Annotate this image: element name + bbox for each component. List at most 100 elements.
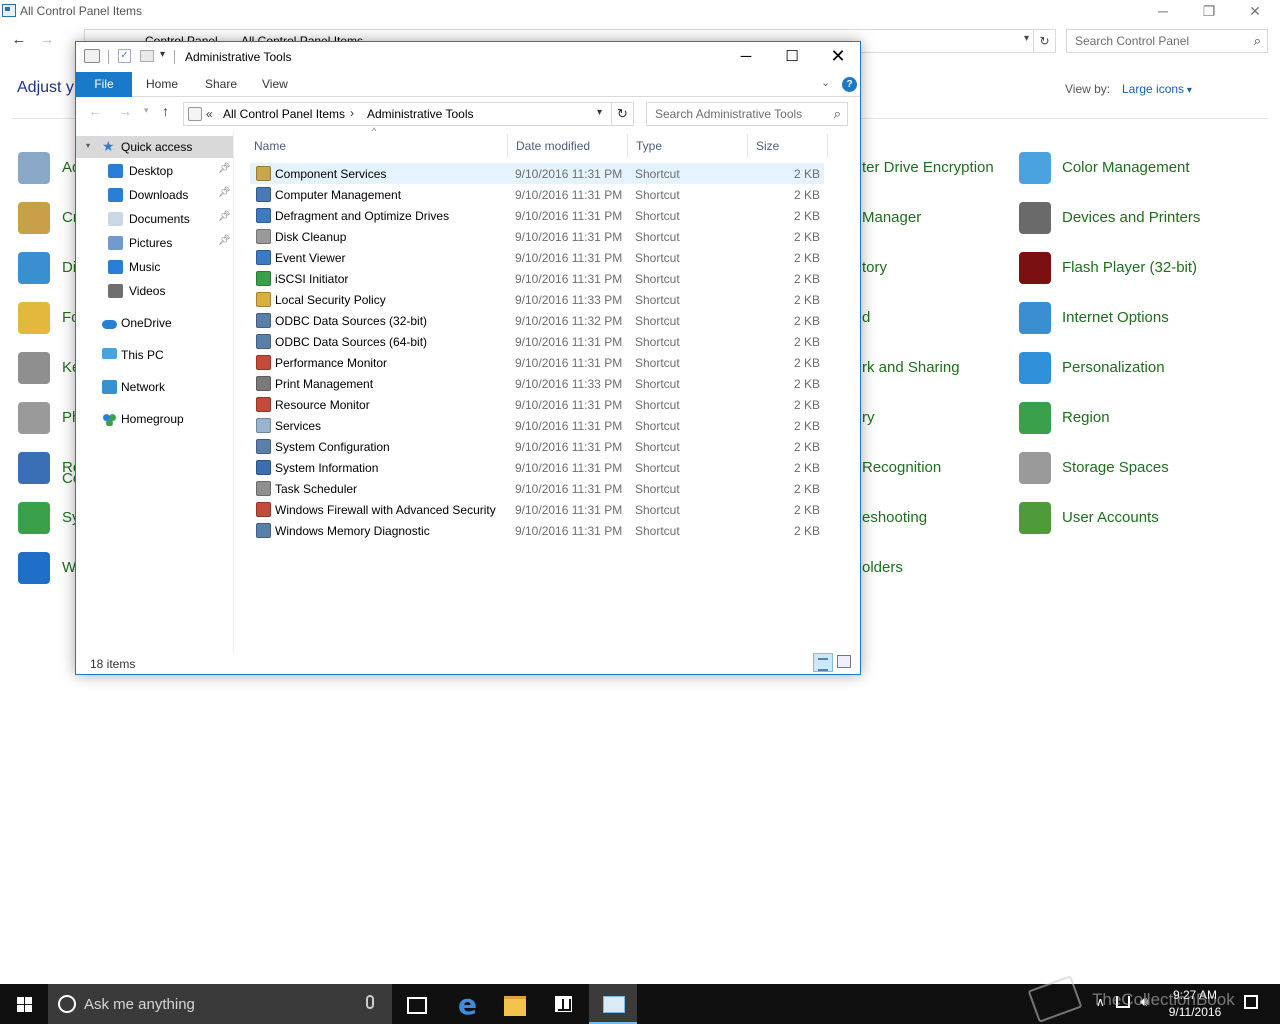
nav-quick-access-item[interactable]: Documents 📌︎ bbox=[76, 208, 233, 230]
back-button[interactable]: ← bbox=[88, 103, 102, 119]
microphone-icon[interactable] bbox=[366, 995, 374, 1009]
task-view-button[interactable] bbox=[392, 984, 440, 1024]
view-by-dropdown[interactable]: Large icons bbox=[1122, 82, 1192, 96]
cp-item[interactable]: Color Management bbox=[1019, 150, 1239, 186]
file-row[interactable]: Print Management 9/10/2016 11:33 PM Shortc… bbox=[250, 373, 824, 394]
fonts-icon[interactable] bbox=[18, 302, 50, 334]
pin-icon[interactable]: 📌︎ bbox=[218, 211, 231, 222]
file-row[interactable]: ODBC Data Sources (32-bit) 9/10/2016 11:3… bbox=[250, 310, 824, 331]
phone-icon[interactable] bbox=[18, 402, 50, 434]
new-folder-icon[interactable] bbox=[140, 50, 154, 62]
nav-quick-access-item[interactable]: Videos bbox=[76, 280, 233, 302]
column-header-name[interactable]: Name bbox=[246, 134, 508, 158]
store-taskbar-icon[interactable] bbox=[540, 984, 588, 1024]
file-row[interactable]: System Configuration 9/10/2016 11:31 PM Sh… bbox=[250, 436, 824, 457]
cp-item[interactable]: Internet Options bbox=[1019, 300, 1239, 336]
tab-share[interactable]: Share bbox=[205, 72, 237, 97]
large-icons-view-button[interactable] bbox=[837, 655, 851, 668]
cp-item-label-fragment[interactable]: d bbox=[862, 309, 870, 326]
cp-item-label-fragment[interactable]: tory bbox=[862, 259, 887, 276]
file-row[interactable]: Component Services 9/10/2016 11:31 PM Shor… bbox=[250, 163, 824, 184]
nav-network[interactable]: Network bbox=[76, 376, 233, 398]
cp-item[interactable]: Personalization bbox=[1019, 350, 1239, 386]
cp-restore-button[interactable]: ❐ bbox=[1186, 0, 1232, 24]
cp-search-input[interactable]: Search Control Panel ⌕ bbox=[1066, 29, 1268, 53]
chevron-down-icon[interactable]: ▾ bbox=[1024, 33, 1029, 44]
sync-icon[interactable] bbox=[18, 502, 50, 534]
breadcrumb-separator[interactable]: › bbox=[350, 106, 354, 120]
breadcrumb-overflow[interactable]: « bbox=[206, 107, 213, 121]
nav-quick-access-item[interactable]: Desktop 📌︎ bbox=[76, 160, 233, 182]
breadcrumb-all-control-panel-items[interactable]: All Control Panel Items bbox=[223, 107, 345, 121]
cp-item[interactable]: Flash Player (32-bit) bbox=[1019, 250, 1239, 286]
start-button[interactable] bbox=[0, 984, 48, 1024]
cp-refresh-button[interactable]: ↻ bbox=[1034, 29, 1056, 53]
file-row[interactable]: Task Scheduler 9/10/2016 11:31 PM Shortcut… bbox=[250, 478, 824, 499]
admin-tools-icon[interactable] bbox=[18, 152, 50, 184]
close-button[interactable]: ✕ bbox=[815, 42, 861, 72]
up-button[interactable]: ↑ bbox=[162, 103, 169, 119]
forward-button[interactable]: → bbox=[118, 103, 132, 119]
file-row[interactable]: Windows Memory Diagnostic 9/10/2016 11:31… bbox=[250, 520, 824, 541]
search-input[interactable]: Search Administrative Tools ⌕ bbox=[646, 102, 848, 126]
chevron-down-icon[interactable]: ▾ bbox=[597, 107, 602, 118]
nav-homegroup[interactable]: Homegroup bbox=[76, 408, 233, 430]
file-row[interactable]: Disk Cleanup 9/10/2016 11:31 PM Shortcut 2 … bbox=[250, 226, 824, 247]
cp-item-label-fragment[interactable]: ter Drive Encryption bbox=[862, 159, 994, 176]
properties-icon[interactable]: ✓ bbox=[118, 49, 131, 63]
file-row[interactable]: iSCSI Initiator 9/10/2016 11:31 PM Shortcu… bbox=[250, 268, 824, 289]
nav-onedrive[interactable]: OneDrive bbox=[76, 312, 233, 334]
nav-quick-access-item[interactable]: Pictures 📌︎ bbox=[76, 232, 233, 254]
tab-home[interactable]: Home bbox=[146, 72, 178, 97]
file-row[interactable]: ODBC Data Sources (64-bit) 9/10/2016 11:3… bbox=[250, 331, 824, 352]
action-center-icon[interactable] bbox=[1244, 995, 1258, 1009]
search-icon[interactable]: ⌕ bbox=[834, 106, 841, 122]
explorer-title-bar[interactable]: ✓ ▾ Administrative Tools ─ ☐ ✕ bbox=[76, 42, 860, 72]
edge-taskbar-icon[interactable] bbox=[443, 984, 491, 1024]
nav-quick-access[interactable]: ▾ ★ Quick access bbox=[76, 136, 233, 158]
collapse-arrow-icon[interactable]: ▾ bbox=[86, 141, 90, 150]
file-row[interactable]: Local Security Policy 9/10/2016 11:33 PM S… bbox=[250, 289, 824, 310]
file-row[interactable]: Event Viewer 9/10/2016 11:31 PM Shortcut 2 … bbox=[250, 247, 824, 268]
cp-back-button[interactable]: ← bbox=[8, 29, 30, 51]
remote-icon[interactable] bbox=[18, 452, 50, 484]
cp-item[interactable]: User Accounts bbox=[1019, 500, 1239, 536]
cp-item-label-fragment[interactable]: ry bbox=[862, 409, 875, 426]
keyboard-icon[interactable] bbox=[18, 352, 50, 384]
cp-item[interactable]: Region bbox=[1019, 400, 1239, 436]
expand-ribbon-icon[interactable]: ⌄ bbox=[821, 76, 830, 89]
search-icon[interactable]: ⌕ bbox=[1254, 33, 1261, 49]
cp-item-label-fragment[interactable]: Recognition bbox=[862, 459, 941, 476]
nav-quick-access-item[interactable]: Downloads 📌︎ bbox=[76, 184, 233, 206]
nav-quick-access-item[interactable]: Music bbox=[76, 256, 233, 278]
qat-dropdown-icon[interactable]: ▾ bbox=[160, 49, 165, 60]
cp-forward-button[interactable]: → bbox=[36, 29, 58, 51]
credential-icon[interactable] bbox=[18, 202, 50, 234]
help-button[interactable]: ? bbox=[842, 77, 857, 92]
tab-view[interactable]: View bbox=[262, 72, 288, 97]
column-header-size[interactable]: Size bbox=[748, 134, 828, 158]
details-view-button[interactable] bbox=[813, 653, 833, 672]
cp-item[interactable]: Devices and Printers bbox=[1019, 200, 1239, 236]
file-row[interactable]: Computer Management 9/10/2016 11:31 PM Sho… bbox=[250, 184, 824, 205]
cp-item-label-fragment[interactable]: Manager bbox=[862, 209, 921, 226]
cp-item[interactable]: Storage Spaces bbox=[1019, 450, 1239, 486]
file-row[interactable]: Windows Firewall with Advanced Security 9… bbox=[250, 499, 824, 520]
address-bar[interactable]: « All Control Panel Items › Administrati… bbox=[183, 102, 612, 126]
recent-locations-icon[interactable]: ▾ bbox=[144, 105, 149, 116]
defender-icon[interactable] bbox=[18, 552, 50, 584]
file-explorer-taskbar-icon[interactable] bbox=[491, 984, 539, 1024]
cp-item-label-fragment[interactable]: olders bbox=[862, 559, 903, 576]
maximize-button[interactable]: ☐ bbox=[769, 42, 815, 72]
breadcrumb-administrative-tools[interactable]: Administrative Tools bbox=[367, 107, 474, 121]
column-header-date-modified[interactable]: Date modified bbox=[508, 134, 628, 158]
file-row[interactable]: Services 9/10/2016 11:31 PM Shortcut 2 KB bbox=[250, 415, 824, 436]
pin-icon[interactable]: 📌︎ bbox=[218, 163, 231, 174]
cortana-search-box[interactable]: Ask me anything bbox=[48, 984, 392, 1024]
file-row[interactable]: Resource Monitor 9/10/2016 11:31 PM Shortc… bbox=[250, 394, 824, 415]
nav-this-pc[interactable]: This PC bbox=[76, 344, 233, 366]
pin-icon[interactable]: 📌︎ bbox=[218, 235, 231, 246]
file-row[interactable]: Performance Monitor 9/10/2016 11:31 PM Sho… bbox=[250, 352, 824, 373]
minimize-button[interactable]: ─ bbox=[723, 42, 769, 72]
file-row[interactable]: System Information 9/10/2016 11:31 PM Shor… bbox=[250, 457, 824, 478]
